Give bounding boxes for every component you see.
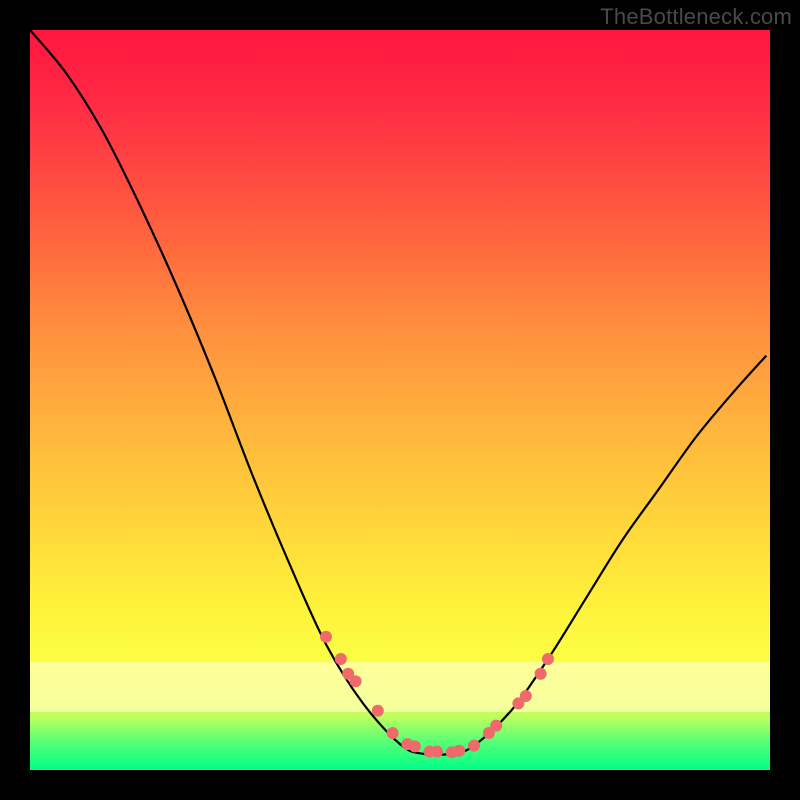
plot-area [30,30,770,770]
highlight-dot [542,653,554,665]
highlight-dot [387,727,399,739]
bottleneck-curve [30,30,766,755]
highlight-dot [520,690,532,702]
curve-layer [30,30,770,770]
highlight-dot [335,653,347,665]
highlight-dot [453,745,465,757]
highlight-dot [372,705,384,717]
highlight-dot [490,720,502,732]
highlight-dot [350,675,362,687]
highlight-dot [468,740,480,752]
watermark-text: TheBottleneck.com [600,4,792,30]
chart-stage: TheBottleneck.com [0,0,800,800]
highlight-dots [320,631,554,758]
highlight-dot [320,631,332,643]
highlight-dot [535,668,547,680]
highlight-dot [431,746,443,758]
highlight-dot [409,740,421,752]
